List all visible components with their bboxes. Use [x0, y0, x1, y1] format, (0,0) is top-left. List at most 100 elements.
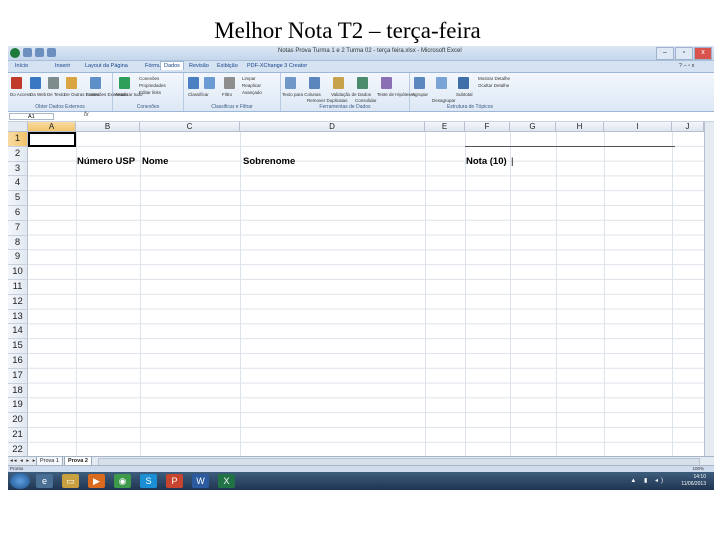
fx-icon[interactable]: fx — [84, 112, 89, 118]
subtotal-icon[interactable] — [458, 77, 469, 89]
row-header[interactable]: 8 — [8, 235, 28, 251]
btn-desagrupar[interactable]: Desagrupar — [432, 98, 456, 103]
column-header[interactable]: C — [140, 122, 240, 132]
tab-revisao[interactable]: Revisão — [186, 62, 212, 70]
row-header[interactable]: 7 — [8, 220, 28, 236]
row-header[interactable]: 3 — [8, 161, 28, 177]
vertical-scrollbar[interactable] — [704, 122, 714, 456]
group-icon[interactable] — [414, 77, 425, 89]
btn-mostrar-detalhe[interactable]: Mostrar Detalhe — [478, 76, 510, 81]
cell-sobrenome[interactable]: Sobrenome — [243, 156, 295, 167]
excel-icon[interactable]: X — [218, 474, 235, 488]
btn-ocultar-detalhe[interactable]: Ocultar Detalhe — [478, 83, 509, 88]
save-icon[interactable] — [23, 48, 32, 57]
row-header[interactable]: 20 — [8, 413, 28, 428]
tab-exibicao[interactable]: Exibição — [214, 62, 241, 70]
column-header[interactable]: A — [28, 122, 76, 132]
text-to-columns-icon[interactable] — [285, 77, 296, 89]
row-header[interactable]: 4 — [8, 176, 28, 192]
btn-avancado[interactable]: Avançado — [242, 90, 262, 95]
btn-limpar[interactable]: Limpar — [242, 76, 256, 81]
tab-layout[interactable]: Layout da Página — [82, 62, 131, 70]
row-header[interactable]: 18 — [8, 383, 28, 399]
row-header[interactable]: 19 — [8, 398, 28, 414]
row-header[interactable]: 1 — [8, 132, 28, 147]
close-button[interactable]: x — [694, 47, 712, 60]
sort-az-icon[interactable] — [188, 77, 199, 89]
row-header[interactable]: 12 — [8, 294, 28, 310]
btn-access[interactable]: Do Access — [10, 92, 31, 97]
row-header[interactable]: 6 — [8, 206, 28, 221]
column-header[interactable]: H — [556, 122, 604, 132]
remove-duplicates-icon[interactable] — [309, 77, 320, 89]
tray-clock[interactable]: 14:10 11/06/2013 — [681, 474, 706, 488]
skype-icon[interactable]: S — [140, 474, 157, 488]
row-header[interactable]: 5 — [8, 191, 28, 206]
refresh-icon[interactable] — [119, 77, 130, 89]
row-header[interactable]: 17 — [8, 368, 28, 384]
row-header[interactable]: 21 — [8, 428, 28, 443]
btn-subtotal[interactable]: Subtotal — [456, 92, 473, 97]
tab-inicio[interactable]: Início — [12, 62, 31, 70]
ungroup-icon[interactable] — [436, 77, 447, 89]
cell-nome[interactable]: Nome — [142, 156, 168, 167]
row-header[interactable]: 15 — [8, 339, 28, 354]
btn-conexoes[interactable]: Conexões — [139, 76, 159, 81]
media-player-icon[interactable]: ▶ — [88, 474, 105, 488]
tab-inserir[interactable]: Inserir — [52, 62, 73, 70]
word-icon[interactable]: W — [192, 474, 209, 488]
undo-icon[interactable] — [35, 48, 44, 57]
maximize-button[interactable]: ▫ — [675, 47, 693, 60]
row-header[interactable]: 2 — [8, 146, 28, 162]
column-header[interactable]: G — [510, 122, 556, 132]
btn-web[interactable]: Da Web — [30, 92, 46, 97]
row-header[interactable]: 11 — [8, 280, 28, 295]
column-header[interactable]: D — [240, 122, 425, 132]
btn-classificar[interactable]: Classificar — [188, 92, 209, 97]
selected-cell[interactable] — [28, 132, 76, 147]
select-all-corner[interactable] — [8, 122, 28, 132]
web-icon[interactable] — [30, 77, 41, 89]
row-header[interactable]: 14 — [8, 324, 28, 340]
name-box[interactable]: A1 — [9, 113, 54, 120]
column-header[interactable]: E — [425, 122, 465, 132]
office-button-icon[interactable] — [10, 48, 20, 58]
help-icon[interactable]: ? – ▫ x — [676, 62, 697, 70]
sort-icon[interactable] — [204, 77, 215, 89]
cell-area[interactable] — [28, 132, 714, 456]
chrome-icon[interactable]: ◉ — [114, 474, 131, 488]
redo-icon[interactable] — [47, 48, 56, 57]
column-header[interactable]: J — [672, 122, 704, 132]
btn-remove-duplicates[interactable]: Remover Duplicatas — [307, 98, 348, 103]
btn-agrupar[interactable]: Agrupar — [412, 92, 428, 97]
cell-numero-usp[interactable]: Número USP — [77, 156, 135, 167]
ie-icon[interactable]: e — [36, 474, 53, 488]
btn-editar-links[interactable]: Editar links — [139, 90, 161, 95]
tray-icons[interactable]: ▲ ▮ ◂) — [630, 477, 666, 484]
zoom-level[interactable]: 100% — [692, 466, 704, 471]
btn-validation[interactable]: Validação de Dados — [331, 92, 371, 97]
data-validation-icon[interactable] — [333, 77, 344, 89]
btn-text[interactable]: De Texto — [47, 92, 65, 97]
start-button[interactable] — [10, 473, 30, 489]
tab-dados[interactable]: Dados — [160, 61, 184, 70]
row-header[interactable]: 13 — [8, 309, 28, 325]
row-header[interactable]: 16 — [8, 354, 28, 369]
btn-propriedades[interactable]: Propriedades — [139, 83, 166, 88]
cell-nota[interactable]: Nota (10) — [466, 156, 507, 167]
folder-icon[interactable]: ▭ — [62, 474, 79, 488]
column-header[interactable]: I — [604, 122, 672, 132]
what-if-icon[interactable] — [381, 77, 392, 89]
existing-connections-icon[interactable] — [90, 77, 101, 89]
other-sources-icon[interactable] — [66, 77, 77, 89]
btn-filtro[interactable]: Filtro — [222, 92, 232, 97]
btn-text-columns[interactable]: Texto para Colunas — [282, 92, 321, 97]
row-header[interactable]: 10 — [8, 265, 28, 280]
row-header[interactable]: 9 — [8, 250, 28, 266]
tab-pdf-xchange[interactable]: PDF-XChange 3 Creator — [244, 62, 310, 70]
column-header[interactable]: F — [465, 122, 510, 132]
minimize-button[interactable]: – — [656, 47, 674, 60]
powerpoint-icon[interactable]: P — [166, 474, 183, 488]
column-header[interactable]: B — [76, 122, 140, 132]
filter-icon[interactable] — [224, 77, 235, 89]
